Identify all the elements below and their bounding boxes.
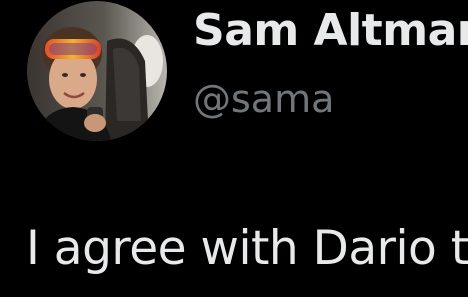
profile-photo-icon bbox=[27, 1, 167, 141]
author-handle[interactable]: @sama bbox=[193, 77, 334, 122]
tweet-text: I agree with Dario t bbox=[26, 221, 468, 276]
author-display-name[interactable]: Sam Altman bbox=[193, 5, 468, 57]
avatar[interactable] bbox=[27, 1, 167, 141]
tweet-card: Sam Altman @sama I agree with Dario t bbox=[0, 0, 468, 297]
